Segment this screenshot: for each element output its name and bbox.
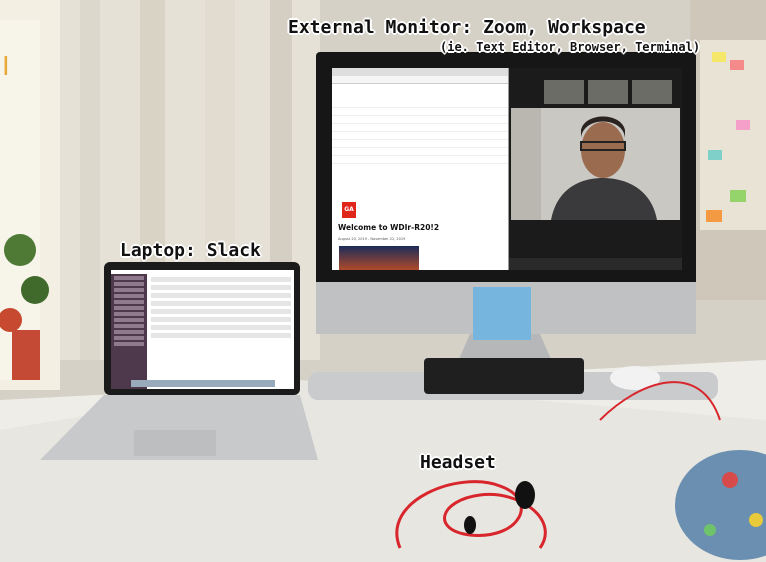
slack-sidebar [111, 274, 147, 389]
message [151, 285, 291, 290]
ga-logo: GA [342, 202, 356, 218]
participant-tile [544, 80, 584, 104]
file-row [332, 116, 508, 124]
repo-header [332, 84, 508, 100]
sidebar-item [114, 282, 144, 286]
message [151, 309, 291, 314]
participant-tile [588, 80, 628, 104]
sidebar-item [114, 336, 144, 340]
course-dates: August 20, 2019 - November 22, 2019 [338, 237, 406, 241]
sidebar-item [114, 318, 144, 322]
sidebar-item [114, 330, 144, 334]
external-monitor-sublabel: (ie. Text Editor, Browser, Terminal) [440, 40, 701, 54]
slack-message-pane [148, 274, 294, 389]
file-row [332, 140, 508, 148]
laptop-label: Laptop: Slack [120, 240, 261, 261]
sidebar-item [114, 312, 144, 316]
sidebar-item [114, 324, 144, 328]
zoom-toolbar [509, 258, 682, 270]
file-row [332, 108, 508, 116]
speaker-figure [511, 108, 680, 220]
sidebar-item [114, 288, 144, 292]
sticky-note [473, 287, 531, 340]
sidebar-item [114, 294, 144, 298]
browser-window: GA Welcome to WDIr-R20!2 August 20, 2019… [332, 68, 509, 270]
file-row [332, 124, 508, 132]
address-bar [332, 76, 508, 84]
mac-dock [131, 380, 275, 387]
active-speaker-video [511, 108, 680, 220]
svg-text:I: I [2, 52, 10, 82]
file-row [332, 132, 508, 140]
sidebar-item [114, 306, 144, 310]
external-monitor-label: External Monitor: Zoom, Workspace [288, 17, 646, 38]
participant-tile [632, 80, 672, 104]
laptop-screen [111, 270, 294, 389]
file-row [332, 156, 508, 164]
zoom-window [509, 68, 682, 270]
message [151, 325, 291, 330]
participant-strip [544, 80, 674, 104]
header-image [339, 246, 419, 270]
message [151, 333, 291, 338]
sidebar-item [114, 276, 144, 280]
sidebar-item [114, 300, 144, 304]
headset-label: Headset [420, 452, 496, 473]
message [151, 277, 291, 282]
external-monitor-screen: GA Welcome to WDIr-R20!2 August 20, 2019… [332, 68, 682, 270]
browser-tabs [332, 68, 508, 76]
sidebar-item [114, 342, 144, 346]
message [151, 293, 291, 298]
message [151, 317, 291, 322]
welcome-heading: Welcome to WDIr-R20!2 [338, 223, 440, 232]
message [151, 301, 291, 306]
file-row [332, 100, 508, 108]
file-row [332, 148, 508, 156]
photo-scene: I GA Welcome to WDIr-R20!2 August 20, 20… [0, 0, 766, 562]
